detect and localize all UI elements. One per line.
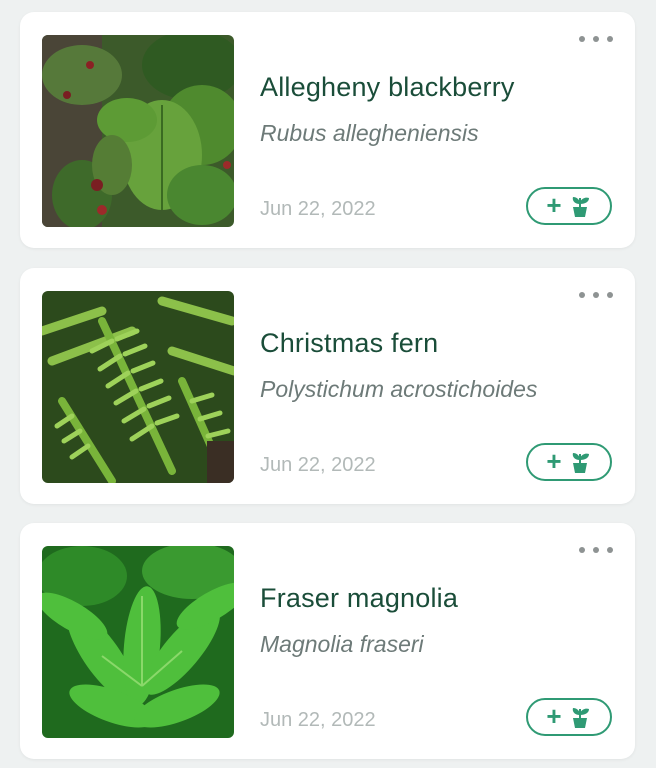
more-options-button[interactable] — [579, 32, 613, 46]
plant-history-list: Allegheny blackberry Rubus allegheniensi… — [0, 0, 656, 768]
plus-icon: + — [546, 701, 562, 731]
more-dot-icon — [593, 36, 599, 42]
plant-photo[interactable] — [42, 35, 234, 227]
common-name: Allegheny blackberry — [260, 72, 515, 102]
more-dot-icon — [593, 547, 599, 553]
potted-plant-icon — [572, 453, 589, 473]
common-name: Fraser magnolia — [260, 583, 459, 613]
add-to-garden-button[interactable]: + — [526, 187, 612, 225]
fern-photo — [42, 291, 234, 483]
more-dot-icon — [579, 36, 585, 42]
identified-date: Jun 22, 2022 — [260, 454, 376, 476]
plus-icon: + — [546, 190, 562, 220]
more-dot-icon — [579, 292, 585, 298]
plant-card[interactable]: Christmas fern Polystichum acrostichoide… — [20, 268, 635, 504]
more-dot-icon — [607, 292, 613, 298]
more-dot-icon — [579, 547, 585, 553]
potted-plant-icon — [572, 197, 589, 217]
common-name: Christmas fern — [260, 328, 439, 358]
potted-plant-icon — [572, 708, 589, 728]
magnolia-photo — [42, 546, 234, 738]
more-options-button[interactable] — [579, 288, 613, 302]
plus-icon: + — [546, 446, 562, 476]
identified-date: Jun 22, 2022 — [260, 709, 376, 731]
add-to-garden-button[interactable]: + — [526, 443, 612, 481]
identified-date: Jun 22, 2022 — [260, 198, 376, 220]
plant-photo[interactable] — [42, 291, 234, 483]
scientific-name: Magnolia fraseri — [260, 631, 424, 657]
plant-card[interactable]: Fraser magnolia Magnolia fraseri Jun 22,… — [20, 523, 635, 759]
add-to-garden-button[interactable]: + — [526, 698, 612, 736]
blackberry-photo — [42, 35, 234, 227]
scientific-name: Polystichum acrostichoides — [260, 376, 538, 402]
plant-photo[interactable] — [42, 546, 234, 738]
more-dot-icon — [607, 36, 613, 42]
scientific-name: Rubus allegheniensis — [260, 120, 479, 146]
more-dot-icon — [593, 292, 599, 298]
more-dot-icon — [607, 547, 613, 553]
plant-card[interactable]: Allegheny blackberry Rubus allegheniensi… — [20, 12, 635, 248]
more-options-button[interactable] — [579, 543, 613, 557]
